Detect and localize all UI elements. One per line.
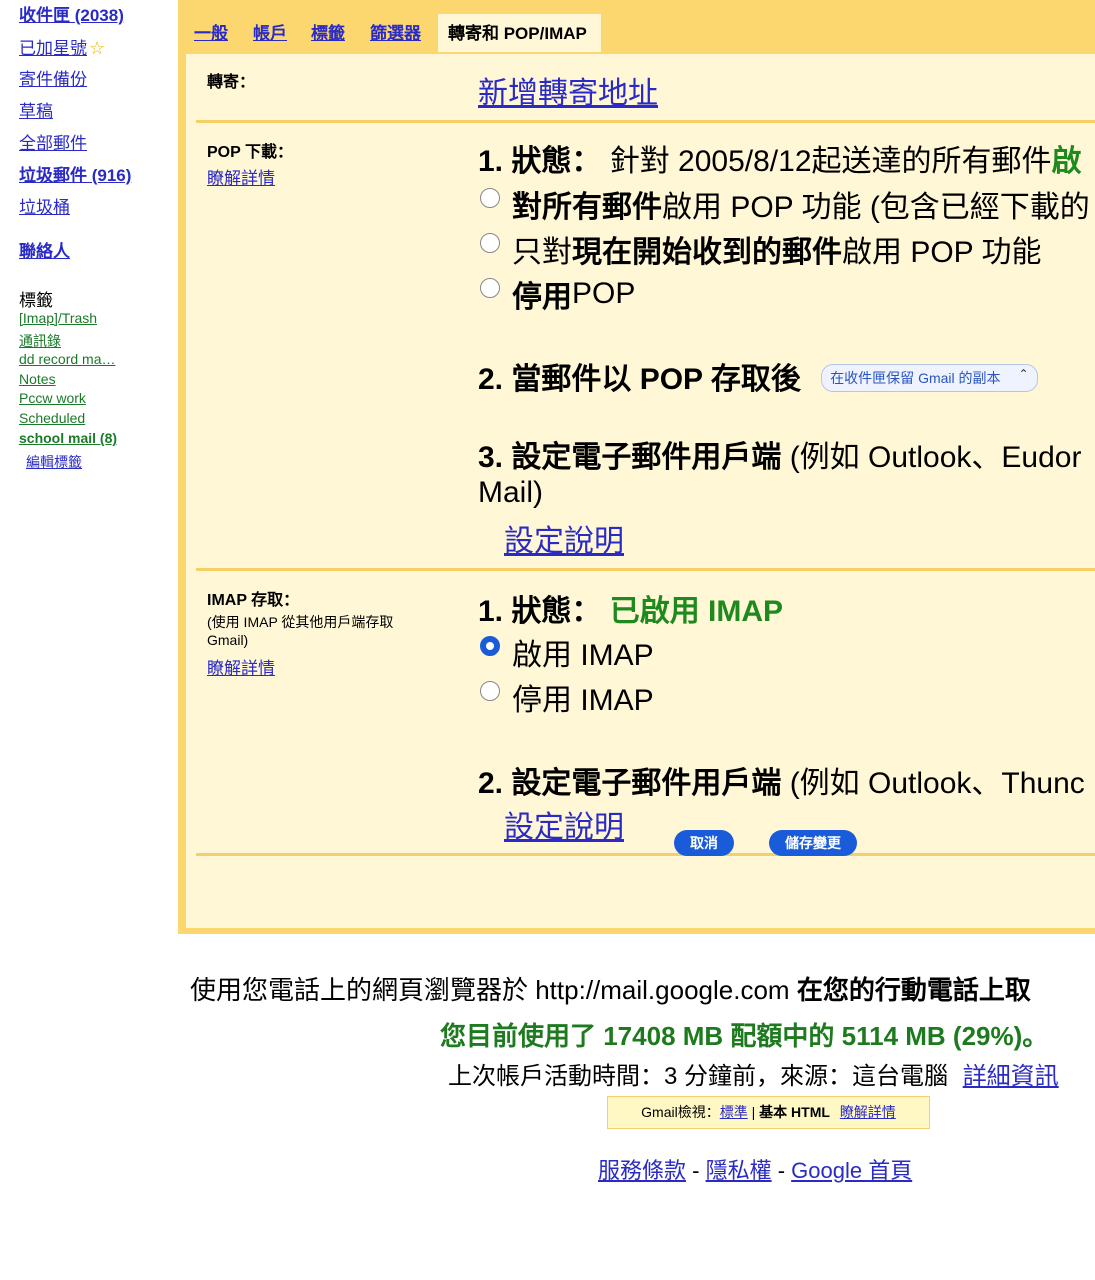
label-item[interactable]: dd record ma…: [19, 351, 115, 367]
view-learn-more-link[interactable]: 瞭解詳情: [840, 1104, 896, 1120]
imap-status-label: 1. 狀態：: [478, 595, 602, 628]
pop-learn-more-link[interactable]: 瞭解詳情: [207, 164, 275, 189]
tab-filters[interactable]: 篩選器: [370, 14, 421, 52]
sidebar-item-all-mail[interactable]: 全部郵件: [19, 134, 87, 154]
pop-after-access: 2. 當郵件以 POP 存取後 在收件匣保留 Gmail 的副本 ⌃: [478, 354, 1038, 398]
pop-client-setup: 3. 設定電子郵件用戶端 (例如 Outlook、Eudor: [478, 432, 1081, 476]
divider: [196, 120, 1095, 123]
label-item[interactable]: school mail (8): [19, 430, 117, 446]
forwarding-label: 轉寄：: [207, 74, 256, 91]
activity-text: 上次帳戶活動時間：3 分鐘前，來源：這台電腦: [448, 1063, 949, 1090]
pop-opt2-bold: 現在開始收到的郵件: [572, 236, 842, 269]
imap-label: IMAP 存取：: [207, 592, 300, 609]
sidebar-item-drafts[interactable]: 草稿: [19, 102, 53, 122]
imap-opt-disable-label: 停用 IMAP: [512, 684, 654, 717]
imap-client-setup: 2. 設定電子郵件用戶端 (例如 Outlook、Thunc: [478, 758, 1085, 802]
footer-dash: -: [771, 1158, 792, 1183]
edit-labels-link[interactable]: 編輯標籤: [26, 452, 82, 472]
imap-opt-enable-label: 啟用 IMAP: [512, 639, 654, 672]
pop-client-text2: Mail): [478, 476, 543, 509]
pop-opt3-bold: 停用: [512, 281, 572, 314]
imap-client-text: (例如 Outlook、Thunc: [781, 767, 1085, 800]
google-home-link[interactable]: Google 首頁: [791, 1158, 912, 1183]
radio-pop-disable[interactable]: [480, 278, 500, 298]
settings-content: 轉寄： 新增轉寄地址 POP 下載： 瞭解詳情 1. 狀態： 針對 2005/8…: [186, 54, 1095, 928]
pop-opt2-pre: 只對: [512, 236, 572, 269]
label-item[interactable]: 通訊錄: [19, 331, 61, 351]
mobile-bold: 在您的行動電話上取: [796, 975, 1031, 1005]
imap-option-enable[interactable]: 啟用 IMAP: [480, 630, 654, 674]
pop-status-suffix: 啟: [1051, 145, 1082, 178]
pop-client-label: 3. 設定電子郵件用戶端: [478, 441, 782, 474]
pop-status-text: 針對 2005/8/12起送達的所有郵件: [609, 145, 1052, 178]
pop-option-new-mail[interactable]: 只對 現在開始收到的郵件 啟用 POP 功能: [480, 227, 1041, 271]
view-standard-link[interactable]: 標準: [720, 1104, 748, 1120]
imap-option-disable[interactable]: 停用 IMAP: [480, 675, 654, 719]
view-label: Gmail檢視：: [641, 1104, 720, 1120]
pop-after-label: 2. 當郵件以 POP 存取後: [478, 363, 801, 396]
sidebar-item-spam[interactable]: 垃圾郵件 (916): [19, 166, 131, 186]
mobile-text: 使用您電話上的網頁瀏覽器於 http://mail.google.com: [190, 975, 797, 1005]
footer-dash: -: [686, 1158, 706, 1183]
sidebar-item-sent[interactable]: 寄件備份: [19, 70, 87, 90]
tab-accounts[interactable]: 帳戶: [253, 14, 287, 52]
imap-sub2: Gmail): [207, 632, 249, 648]
sidebar-item-inbox[interactable]: 收件匣 (2038): [19, 6, 124, 26]
imap-status: 1. 狀態： 已啟用 IMAP: [478, 586, 783, 630]
labels-heading: 標籤: [19, 291, 53, 310]
add-forwarding-address-link[interactable]: 新增轉寄地址: [478, 68, 658, 112]
terms-link[interactable]: 服務條款: [598, 1158, 686, 1183]
account-activity: 上次帳戶活動時間：3 分鐘前，來源：這台電腦 詳細資訊: [448, 1056, 1059, 1091]
save-changes-button[interactable]: 儲存變更: [769, 830, 857, 856]
pop-option-all-mail[interactable]: 對所有郵件 啟用 POP 功能 (包含已經下載的: [480, 182, 1090, 226]
radio-imap-enable[interactable]: [480, 636, 500, 656]
radio-pop-all[interactable]: [480, 188, 500, 208]
pop-opt2-rest: 啟用 POP 功能: [842, 236, 1042, 269]
pop-opt1-rest: 啟用 POP 功能 (包含已經下載的: [662, 191, 1090, 224]
label-item[interactable]: Pccw work: [19, 390, 86, 406]
sidebar-item-contacts[interactable]: 聯絡人: [19, 242, 70, 262]
imap-sub1: (使用 IMAP 從其他用戶端存取: [207, 614, 394, 630]
pop-setup-instructions-link[interactable]: 設定說明: [504, 516, 624, 560]
pop-after-select[interactable]: 在收件匣保留 Gmail 的副本 ⌃: [821, 364, 1038, 393]
gmail-view-switcher: Gmail檢視：標準 | 基本 HTML 瞭解詳情: [607, 1096, 930, 1129]
radio-imap-disable[interactable]: [480, 681, 500, 701]
storage-quota: 您目前使用了 17408 MB 配額中的 5114 MB (29%)。: [440, 1021, 1049, 1051]
sidebar-item-starred-label[interactable]: 已加星號: [19, 39, 87, 58]
cancel-button[interactable]: 取消: [674, 830, 734, 856]
star-icon: ☆: [89, 38, 106, 58]
label-item[interactable]: Notes: [19, 371, 56, 387]
label-item[interactable]: [Imap]/Trash: [19, 310, 97, 326]
radio-pop-new[interactable]: [480, 233, 500, 253]
pop-client-text: (例如 Outlook、Eudor: [781, 441, 1082, 474]
label-item[interactable]: Scheduled: [19, 410, 85, 426]
imap-setup-instructions-link[interactable]: 設定說明: [504, 802, 624, 846]
tab-general[interactable]: 一般: [194, 14, 228, 52]
tab-forwarding-pop-imap[interactable]: 轉寄和 POP/IMAP: [438, 14, 601, 52]
divider: [196, 568, 1095, 571]
pop-opt1-bold: 對所有郵件: [512, 191, 662, 224]
imap-learn-more-link[interactable]: 瞭解詳情: [207, 654, 275, 679]
view-basic-html: 基本 HTML: [759, 1104, 830, 1120]
privacy-link[interactable]: 隱私權: [706, 1158, 772, 1183]
pop-status-label: 1. 狀態：: [478, 145, 602, 178]
activity-details-link[interactable]: 詳細資訊: [963, 1063, 1059, 1090]
sidebar-item-trash[interactable]: 垃圾桶: [19, 198, 70, 218]
pop-label: POP 下載：: [207, 144, 293, 161]
tab-labels[interactable]: 標籤: [311, 14, 345, 52]
pop-status: 1. 狀態： 針對 2005/8/12起送達的所有郵件啟: [478, 136, 1082, 180]
footer-links: 服務條款 - 隱私權 - Google 首頁: [598, 1153, 912, 1185]
settings-tabs: 一般 帳戶 標籤 篩選器 轉寄和 POP/IMAP: [178, 14, 1095, 54]
pop-after-select-value: 在收件匣保留 Gmail 的副本: [830, 370, 1001, 387]
imap-client-label: 2. 設定電子郵件用戶端: [478, 767, 782, 800]
mobile-access-note: 使用您電話上的網頁瀏覽器於 http://mail.google.com 在您的…: [190, 970, 1031, 1007]
pop-opt3-rest: POP: [572, 277, 636, 310]
sidebar-item-starred[interactable]: 已加星號 ☆: [19, 38, 105, 59]
pop-option-disable[interactable]: 停用 POP: [480, 272, 635, 316]
imap-status-value: 已啟用 IMAP: [609, 595, 784, 628]
view-separator: |: [747, 1104, 760, 1120]
settings-panel: 一般 帳戶 標籤 篩選器 轉寄和 POP/IMAP 轉寄： 新增轉寄地址 POP…: [178, 0, 1095, 934]
chevron-updown-icon: ⌃: [1018, 367, 1029, 382]
divider: [196, 853, 1095, 856]
